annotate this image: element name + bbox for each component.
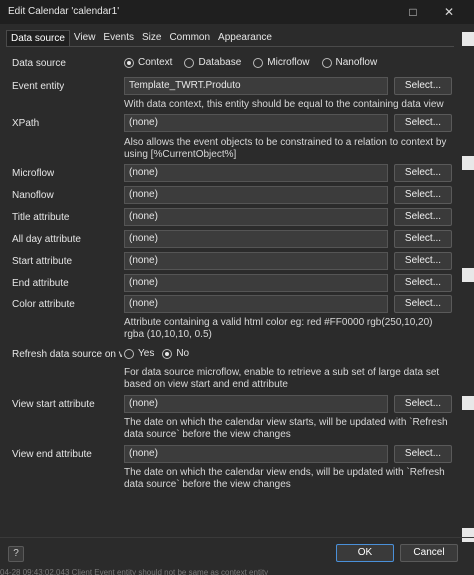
color-attribute-select-button[interactable]: Select... xyxy=(394,295,452,313)
title-attribute-select-button[interactable]: Select... xyxy=(394,208,452,226)
tab-divider xyxy=(6,46,454,47)
refresh-help: For data source microflow, enable to ret… xyxy=(124,367,440,390)
help-icon[interactable]: ? xyxy=(8,546,24,562)
refresh-radio-group: Yes No xyxy=(124,348,201,359)
tab-view[interactable]: View xyxy=(70,30,100,46)
data-source-radio-group: Context Database Microflow Nanoflow xyxy=(124,57,389,68)
event-entity-help: With data context, this entity should be… xyxy=(124,99,444,110)
xpath-select-button[interactable]: Select... xyxy=(394,114,452,132)
radio-dot xyxy=(124,348,134,359)
all-day-attribute-field[interactable]: (none) xyxy=(124,230,388,248)
radio-database[interactable]: Database xyxy=(184,57,241,68)
scrollbar-stub xyxy=(462,396,474,410)
radio-dot xyxy=(253,57,264,68)
radio-nanoflow[interactable]: Nanoflow xyxy=(321,57,377,68)
color-attribute-help: Attribute containing a valid html color … xyxy=(124,317,433,340)
ok-button[interactable]: OK xyxy=(336,544,394,562)
title-attribute-label: Title attribute xyxy=(12,212,70,223)
all-day-attribute-select-button[interactable]: Select... xyxy=(394,230,452,248)
refresh-label: Refresh data source on vie xyxy=(12,349,122,360)
end-attribute-label: End attribute xyxy=(12,278,69,289)
view-end-attribute-help: The date on which the calendar view ends… xyxy=(124,467,445,490)
tab-data-source[interactable]: Data source xyxy=(6,30,70,46)
view-end-attribute-label: View end attribute xyxy=(12,449,92,460)
event-entity-label: Event entity xyxy=(12,81,65,92)
microflow-field[interactable]: (none) xyxy=(124,164,388,182)
scrollbar-stub xyxy=(462,32,474,46)
radio-no[interactable]: No xyxy=(162,348,189,359)
tab-common[interactable]: Common xyxy=(165,30,214,46)
scrollbar-stub xyxy=(462,268,474,282)
cancel-button[interactable]: Cancel xyxy=(400,544,458,562)
scrollbar-stub xyxy=(462,528,474,542)
all-day-attribute-label: All day attribute xyxy=(12,234,81,245)
restore-icon[interactable]: □ xyxy=(404,3,422,21)
tab-bar: Data source View Events Size Common Appe… xyxy=(6,30,276,46)
view-start-attribute-label: View start attribute xyxy=(12,399,95,410)
event-entity-field[interactable]: Template_TWRT.Produto xyxy=(124,77,388,95)
tab-size[interactable]: Size xyxy=(138,30,165,46)
data-source-label: Data source xyxy=(12,58,66,69)
tab-events[interactable]: Events xyxy=(99,30,138,46)
event-entity-select-button[interactable]: Select... xyxy=(394,77,452,95)
radio-context[interactable]: Context xyxy=(124,57,172,68)
close-icon[interactable]: ✕ xyxy=(440,3,458,21)
microflow-select-button[interactable]: Select... xyxy=(394,164,452,182)
radio-dot xyxy=(124,57,134,68)
view-start-attribute-help: The date on which the calendar view star… xyxy=(124,417,448,440)
view-start-attribute-field[interactable]: (none) xyxy=(124,395,388,413)
radio-dot xyxy=(321,57,332,68)
scrollbar-stub xyxy=(462,156,474,170)
radio-dot xyxy=(184,57,195,68)
nanoflow-label: Nanoflow xyxy=(12,190,54,201)
footer-divider xyxy=(0,537,474,538)
nanoflow-field[interactable]: (none) xyxy=(124,186,388,204)
title-attribute-field[interactable]: (none) xyxy=(124,208,388,226)
color-attribute-field[interactable]: (none) xyxy=(124,295,388,313)
radio-dot xyxy=(162,348,173,359)
end-attribute-select-button[interactable]: Select... xyxy=(394,274,452,292)
nanoflow-select-button[interactable]: Select... xyxy=(394,186,452,204)
radio-microflow[interactable]: Microflow xyxy=(253,57,310,68)
radio-yes[interactable]: Yes xyxy=(124,348,154,359)
status-bar: 04-28 09:43:02.043 Client Event entity s… xyxy=(0,568,269,575)
title-bar: Edit Calendar 'calendar1' □ ✕ xyxy=(0,0,474,24)
xpath-help: Also allows the event objects to be cons… xyxy=(124,137,447,160)
xpath-field[interactable]: (none) xyxy=(124,114,388,132)
start-attribute-select-button[interactable]: Select... xyxy=(394,252,452,270)
window-title: Edit Calendar 'calendar1' xyxy=(8,6,120,17)
xpath-label: XPath xyxy=(12,118,40,129)
start-attribute-field[interactable]: (none) xyxy=(124,252,388,270)
start-attribute-label: Start attribute xyxy=(12,256,73,267)
end-attribute-field[interactable]: (none) xyxy=(124,274,388,292)
color-attribute-label: Color attribute xyxy=(12,299,75,310)
view-start-attribute-select-button[interactable]: Select... xyxy=(394,395,452,413)
microflow-label: Microflow xyxy=(12,168,55,179)
view-end-attribute-field[interactable]: (none) xyxy=(124,445,388,463)
view-end-attribute-select-button[interactable]: Select... xyxy=(394,445,452,463)
tab-appearance[interactable]: Appearance xyxy=(214,30,276,46)
